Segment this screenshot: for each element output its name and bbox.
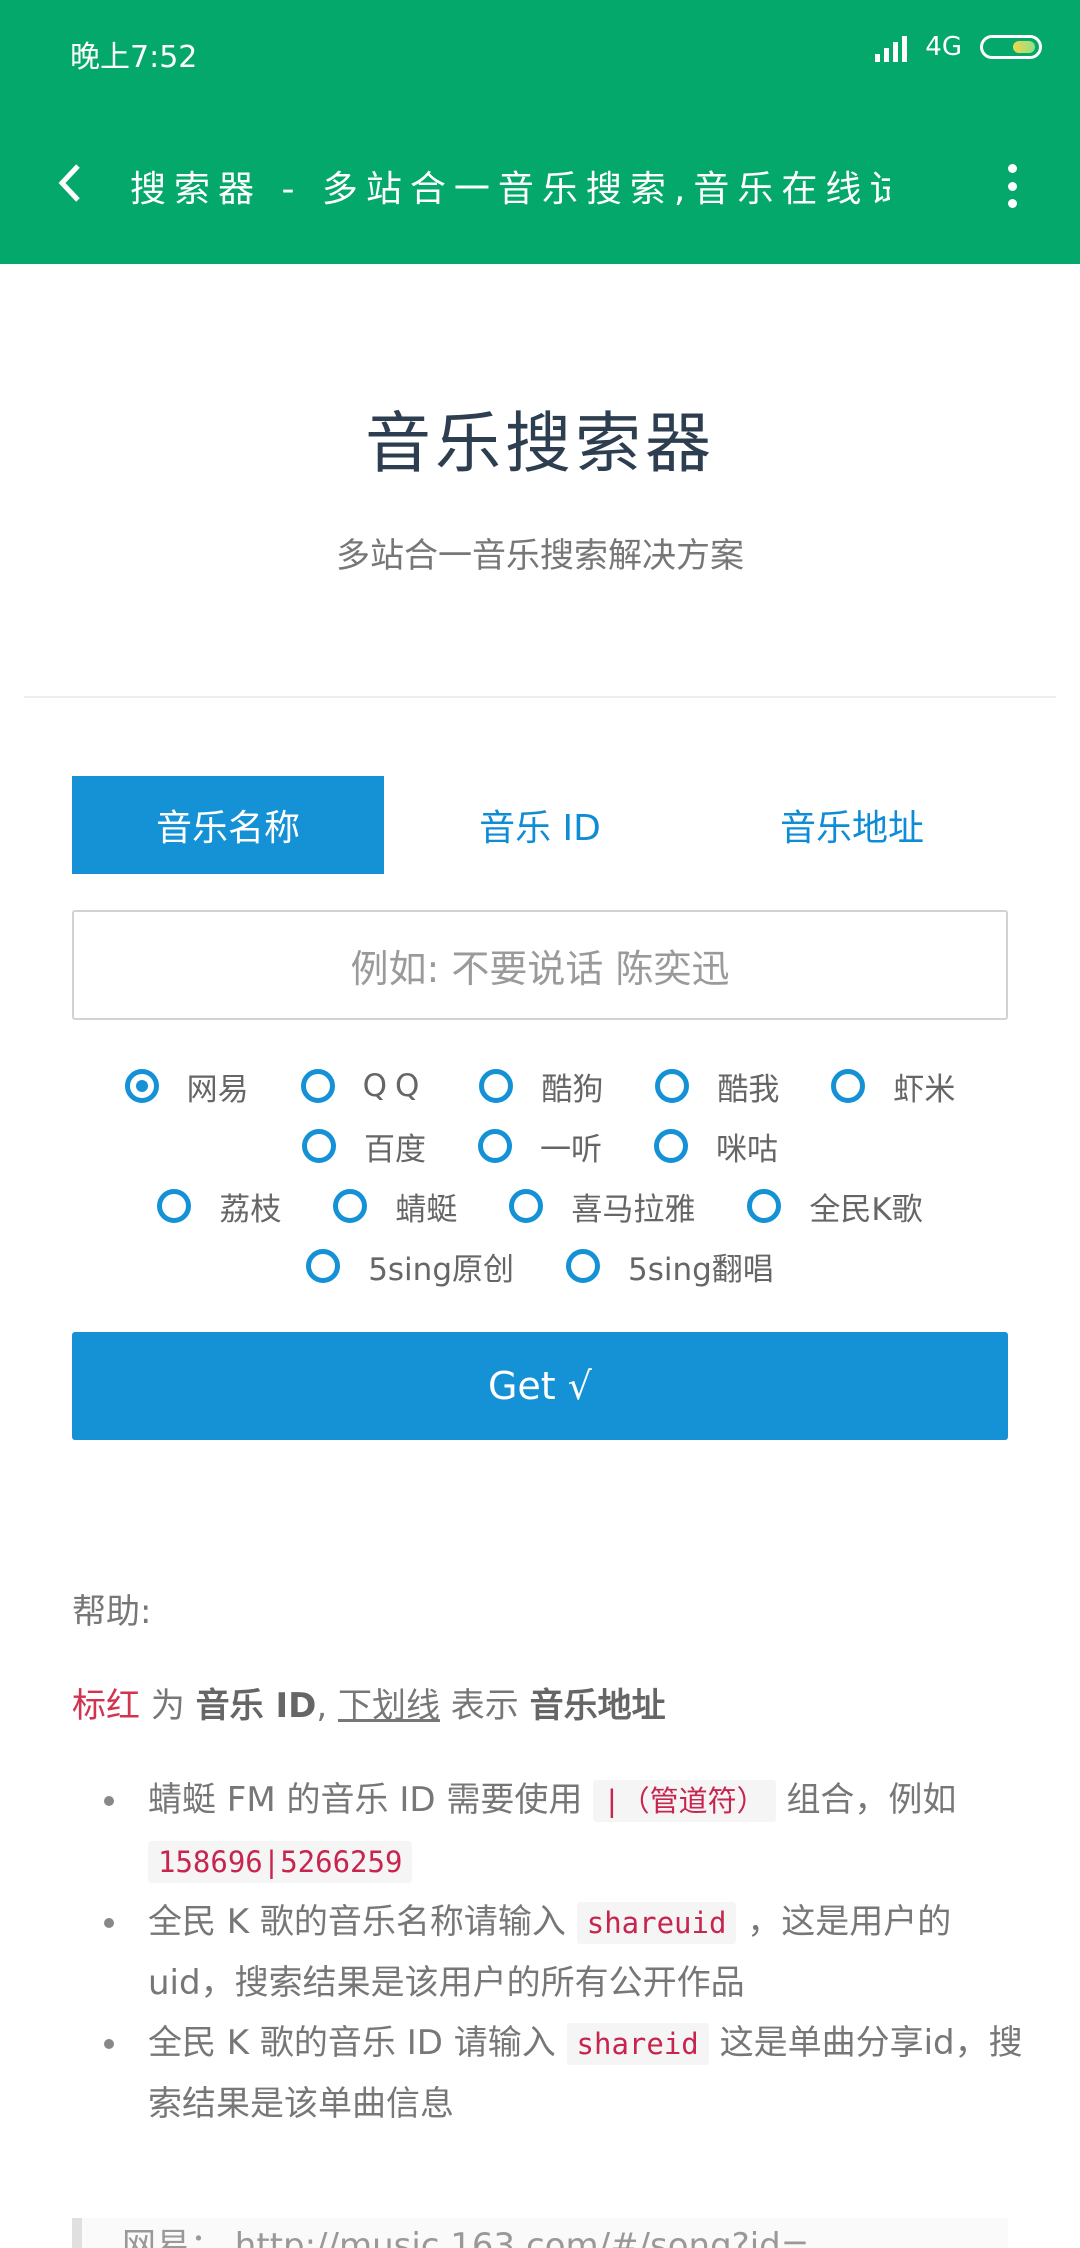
- radio-icon: [157, 1189, 192, 1223]
- radio-baidu[interactable]: 百度: [302, 1124, 426, 1169]
- radio-icon: [655, 1069, 690, 1103]
- hero-subtitle: 多站合一音乐搜索解决方案: [336, 536, 744, 576]
- get-button[interactable]: Get √: [72, 1332, 1008, 1440]
- radio-icon: [831, 1069, 866, 1103]
- status-icons: 4G: [875, 32, 1042, 62]
- help-heading: 帮助:: [72, 1592, 152, 1632]
- search-input[interactable]: 例如: 不要说话 陈奕迅: [72, 910, 1008, 1020]
- help-list: 蜻蜓 FM 的音乐 ID 需要使用 |（管道符） 组合，例如 158696|52…: [72, 1770, 1032, 2134]
- radio-kuwo[interactable]: 酷我: [655, 1064, 779, 1109]
- status-time: 晚上7:52: [70, 40, 198, 75]
- radio-xiami[interactable]: 虾米: [831, 1064, 955, 1109]
- list-item: 蜻蜓 FM 的音乐 ID 需要使用 |（管道符） 组合，例如 158696|52…: [72, 1770, 1032, 1892]
- signal-icon: [875, 32, 908, 62]
- tab-music-name[interactable]: 音乐名称: [72, 776, 384, 874]
- radio-lizhi[interactable]: 荔枝: [157, 1184, 281, 1229]
- toolbar: 搜索器 - 多站合一音乐搜索,音乐在线试听: [0, 140, 1080, 230]
- radio-icon: [302, 1129, 336, 1163]
- tab-music-url[interactable]: 音乐地址: [696, 776, 1008, 874]
- radio-5sing-cover[interactable]: 5sing翻唱: [566, 1244, 774, 1289]
- radio-netease[interactable]: 网易: [124, 1064, 249, 1109]
- radio-icon: [566, 1249, 600, 1283]
- more-menu-icon[interactable]: [1006, 164, 1018, 208]
- radio-migu[interactable]: 咪咕: [654, 1124, 778, 1169]
- tab-music-id[interactable]: 音乐 ID: [384, 776, 696, 874]
- radio-icon: [509, 1189, 544, 1223]
- radio-qq[interactable]: QQ: [300, 1068, 428, 1104]
- search-type-tabs: 音乐名称 音乐 ID 音乐地址: [72, 776, 1008, 874]
- radio-icon: [478, 1129, 512, 1163]
- network-label: 4G: [925, 32, 962, 62]
- radio-icon: [654, 1129, 688, 1163]
- radio-kg[interactable]: 全民K歌: [747, 1184, 923, 1229]
- radio-ximalaya[interactable]: 喜马拉雅: [509, 1184, 695, 1229]
- radio-1ting[interactable]: 一听: [478, 1124, 602, 1169]
- list-item: 全民 K 歌的音乐 ID 请输入 shareid 这是单曲分享id，搜索结果是该…: [72, 2013, 1032, 2134]
- help-legend: 标红 为 音乐 ID, 下划线 表示 音乐地址: [72, 1686, 666, 1726]
- radio-icon: [479, 1069, 514, 1103]
- radio-kugou[interactable]: 酷狗: [479, 1064, 603, 1109]
- page-title: 搜索器 - 多站合一音乐搜索,音乐在线试听: [130, 169, 890, 210]
- hero-title: 音乐搜索器: [365, 405, 715, 482]
- radio-icon: [333, 1189, 368, 1223]
- source-radio-group: 网易 QQ 酷狗 酷我 虾米 百度 一听 咪咕 荔枝 蜻蜓 喜马拉雅 全民K歌 …: [72, 1056, 1008, 1296]
- app-bar: 晚上7:52 4G 搜索器 - 多站合一音乐搜索,音乐在线试听: [0, 0, 1080, 264]
- radio-5sing-original[interactable]: 5sing原创: [306, 1244, 514, 1289]
- radio-checked-icon: [124, 1069, 159, 1103]
- radio-qingting[interactable]: 蜻蜓: [333, 1184, 457, 1229]
- radio-icon: [306, 1249, 341, 1283]
- list-item: 全民 K 歌的音乐名称请输入 shareuid ，这是用户的uid，搜索结果是该…: [72, 1892, 1032, 2013]
- status-bar: 晚上7:52 4G: [0, 0, 1080, 100]
- radio-icon: [300, 1069, 335, 1103]
- back-icon[interactable]: [50, 158, 90, 208]
- example-quote: 网易： http://music.163.com/#/song?id=: [72, 2218, 1008, 2248]
- divider: [24, 696, 1056, 698]
- search-placeholder: 例如: 不要说话 陈奕迅: [350, 946, 730, 991]
- battery-icon: [980, 35, 1042, 59]
- radio-icon: [747, 1189, 782, 1223]
